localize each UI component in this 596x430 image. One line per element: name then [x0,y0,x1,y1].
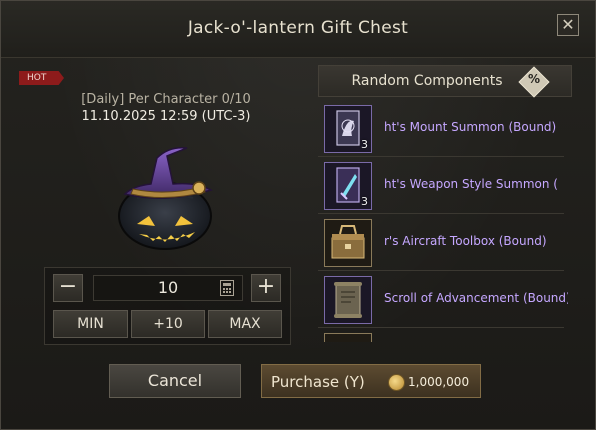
percent-icon: % [527,72,541,86]
sale-end-date: 11.10.2025 12:59 (UTC-3) [81,109,251,124]
gift-chest-dialog: Jack-o'-lantern Gift Chest ✕ HOT [Daily]… [0,0,596,430]
coin-icon [388,374,405,391]
max-quantity-button[interactable]: MAX [208,310,282,338]
weapon-style-summon-card-icon: 3 [324,162,372,210]
add-ten-button[interactable]: +10 [131,310,205,338]
quantity-panel: − 10 + MIN +10 MAX [44,267,291,345]
hot-badge: HOT [19,71,64,85]
cancel-button[interactable]: Cancel [109,364,241,398]
purchase-label: Purchase (Y) [271,373,365,391]
close-icon: ✕ [561,15,575,34]
components-list[interactable]: 3 ht's Mount Summon (Bound) 3 ht's Weapo… [318,100,572,342]
purchase-limit-text: [Daily] Per Character 0/10 [81,92,251,107]
item-name: ht's Weapon Style Summon ( [384,177,558,191]
purchase-button[interactable]: Purchase (Y) 1,000,000 [261,364,481,398]
random-components-title: Random Components [351,73,503,89]
list-item [318,328,564,342]
list-item[interactable]: 3 ht's Weapon Style Summon ( [318,157,564,214]
item-count: 3 [361,195,368,208]
item-name: ht's Mount Summon (Bound) [384,120,557,134]
title-bar: Jack-o'-lantern Gift Chest ✕ [1,1,595,58]
close-button[interactable]: ✕ [557,14,579,36]
dialog-title: Jack-o'-lantern Gift Chest [187,18,409,38]
list-item[interactable]: Scroll of Advancement (Bound) [318,271,568,328]
list-item[interactable]: 3 ht's Mount Summon (Bound) [318,100,564,157]
partial-item-icon [324,333,372,342]
item-name: Scroll of Advancement (Bound) [384,291,568,305]
mount-summon-card-icon: 3 [324,105,372,153]
random-components-header: Random Components % [318,65,572,98]
item-name: r's Aircraft Toolbox (Bound) [384,234,547,248]
jack-o-lantern-icon [118,146,213,250]
calculator-icon[interactable] [220,280,234,296]
price: 1,000,000 [408,375,470,389]
list-item[interactable]: r's Aircraft Toolbox (Bound) [318,214,564,271]
min-quantity-button[interactable]: MIN [53,310,128,338]
increase-quantity-button[interactable]: + [251,274,281,302]
advancement-scroll-icon [324,276,372,324]
item-count: 3 [361,138,368,151]
aircraft-toolbox-icon [324,219,372,267]
decrease-quantity-button[interactable]: − [53,274,83,302]
